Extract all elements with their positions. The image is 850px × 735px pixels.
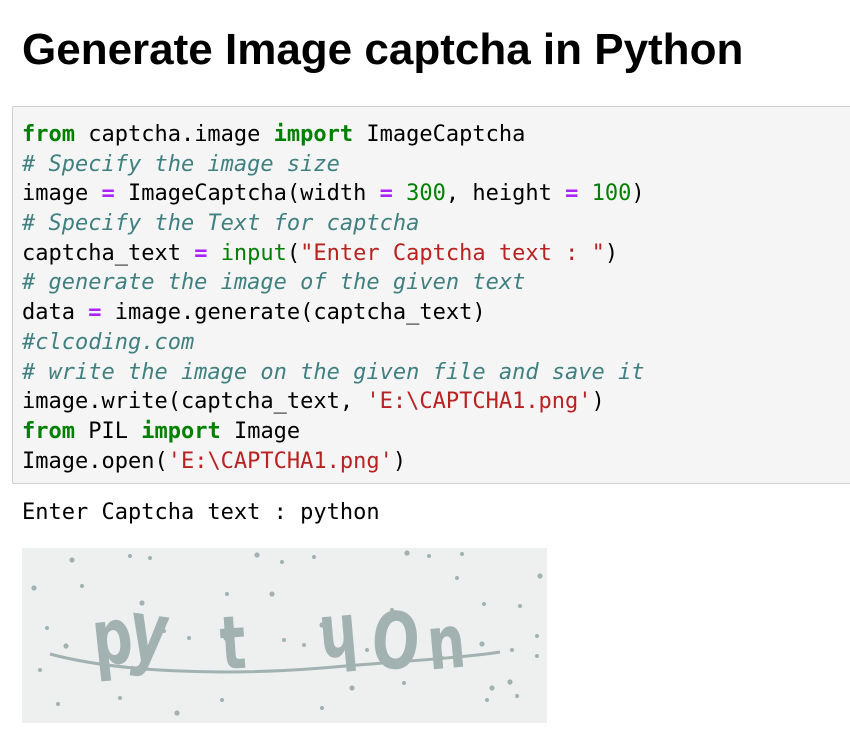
keyword-token: import: [273, 122, 354, 147]
code-text: image: [22, 181, 102, 207]
code-line: # write the image on the given file and …: [22, 358, 850, 388]
output-stdout: Enter Captcha text : python: [22, 500, 380, 525]
builtin-token: input: [220, 240, 287, 266]
keyword-token: from: [22, 122, 75, 147]
code-line: image = ImageCaptcha(width = 300, height…: [22, 179, 850, 209]
noise-dot: [302, 643, 306, 647]
comment-token: # generate the image of the given text: [22, 270, 526, 296]
noise-dot: [174, 710, 180, 716]
string-token: 'E:\CAPTCHA1.png': [366, 389, 592, 415]
code-text: , height: [445, 181, 566, 207]
comment-token: # Specify the image size: [22, 151, 340, 177]
noise-dot: [535, 634, 539, 638]
noise-dot: [220, 698, 224, 702]
noise-dot: [349, 685, 355, 691]
noise-dot: [365, 648, 369, 652]
noise-dot: [45, 626, 49, 630]
noise-dot: [510, 648, 514, 652]
noise-dot: [518, 604, 522, 608]
code-text: ImageCaptcha: [353, 122, 526, 147]
code-cell[interactable]: from captcha.image import ImageCaptcha # …: [12, 106, 850, 484]
captcha-glyph: O: [370, 596, 422, 689]
noise-dot: [427, 554, 431, 558]
code-text: captcha.image: [74, 122, 274, 147]
operator-token: =: [379, 181, 393, 207]
code-line: from captcha.image import ImageCaptcha: [22, 120, 850, 150]
noise-dot: [128, 554, 132, 558]
noise-dot: [269, 591, 275, 597]
noise-dot: [56, 702, 60, 706]
noise-dot: [69, 557, 75, 563]
page-title: Generate Image captcha in Python: [22, 25, 744, 74]
noise-dot: [455, 576, 459, 580]
code-text: captcha_text: [22, 240, 195, 266]
code-line: # Specify the image size: [22, 150, 850, 180]
code-line: image.write(captcha_text, 'E:\CAPTCHA1.p…: [22, 387, 850, 417]
noise-dot: [80, 584, 84, 588]
code-text: data: [22, 300, 89, 326]
operator-token: =: [101, 181, 115, 207]
comment-token: #clcoding.com: [22, 329, 195, 355]
code-line: from PIL import Image: [22, 417, 850, 447]
noise-dot: [312, 555, 316, 559]
noise-dot: [280, 560, 284, 564]
noise-dot: [63, 643, 69, 649]
code-text: ): [604, 240, 619, 266]
operator-token: =: [88, 300, 102, 326]
code-lines: from captcha.image import ImageCaptcha # …: [22, 120, 850, 476]
code-text: Image.open(: [22, 448, 168, 474]
code-text: PIL: [74, 418, 142, 444]
code-line: # generate the image of the given text: [22, 268, 850, 298]
code-line: captcha_text = input("Enter Captcha text…: [22, 239, 850, 269]
noise-dot: [482, 602, 486, 606]
code-text: Image: [220, 418, 301, 444]
operator-token: =: [565, 181, 579, 207]
string-token: 'E:\CAPTCHA1.png': [167, 448, 393, 474]
code-text: image.generate(captcha_text): [101, 300, 486, 326]
noise-dot: [489, 685, 495, 691]
noise-dot: [515, 694, 519, 698]
noise-dot: [225, 592, 229, 596]
code-line: #clcoding.com: [22, 328, 850, 358]
noise-dot: [38, 668, 42, 672]
code-line: # Specify the Text for captcha: [22, 209, 850, 239]
keyword-token: import: [141, 418, 221, 444]
code-text: (: [286, 240, 301, 266]
number-token: 100: [591, 181, 632, 207]
code-text: ): [392, 448, 407, 474]
noise-dot: [148, 556, 152, 560]
noise-dot: [31, 585, 37, 591]
noise-dot: [404, 550, 410, 556]
comment-token: # Specify the Text for captcha: [22, 211, 420, 237]
noise-dot: [254, 552, 260, 558]
code-text: image.write(captcha_text,: [22, 389, 367, 415]
code-line: data = image.generate(captcha_text): [22, 298, 850, 328]
code-line: Image.open('E:\CAPTCHA1.png'): [22, 447, 850, 477]
noise-dot: [187, 636, 191, 640]
noise-dot: [535, 654, 539, 658]
noise-dot: [507, 679, 513, 685]
noise-dot: [320, 706, 324, 710]
noise-dot: [118, 696, 122, 700]
captcha-image: py t h On: [22, 548, 547, 723]
noise-dot: [479, 641, 485, 647]
code-text: ImageCaptcha(width: [114, 181, 380, 207]
captcha-glyph: n: [424, 599, 469, 688]
noise-dot: [282, 638, 286, 642]
code-text: ): [631, 181, 645, 207]
string-token: "Enter Captcha text : ": [300, 240, 605, 266]
keyword-token: from: [22, 418, 75, 444]
captcha-glyph: h: [316, 596, 361, 685]
code-text: ): [591, 389, 605, 415]
operator-token: =: [194, 240, 208, 266]
noise-dot: [460, 552, 464, 556]
noise-dot: [537, 573, 543, 579]
number-token: 300: [406, 181, 446, 207]
noise-dot: [485, 698, 489, 702]
comment-token: # write the image on the given file and …: [22, 359, 645, 385]
